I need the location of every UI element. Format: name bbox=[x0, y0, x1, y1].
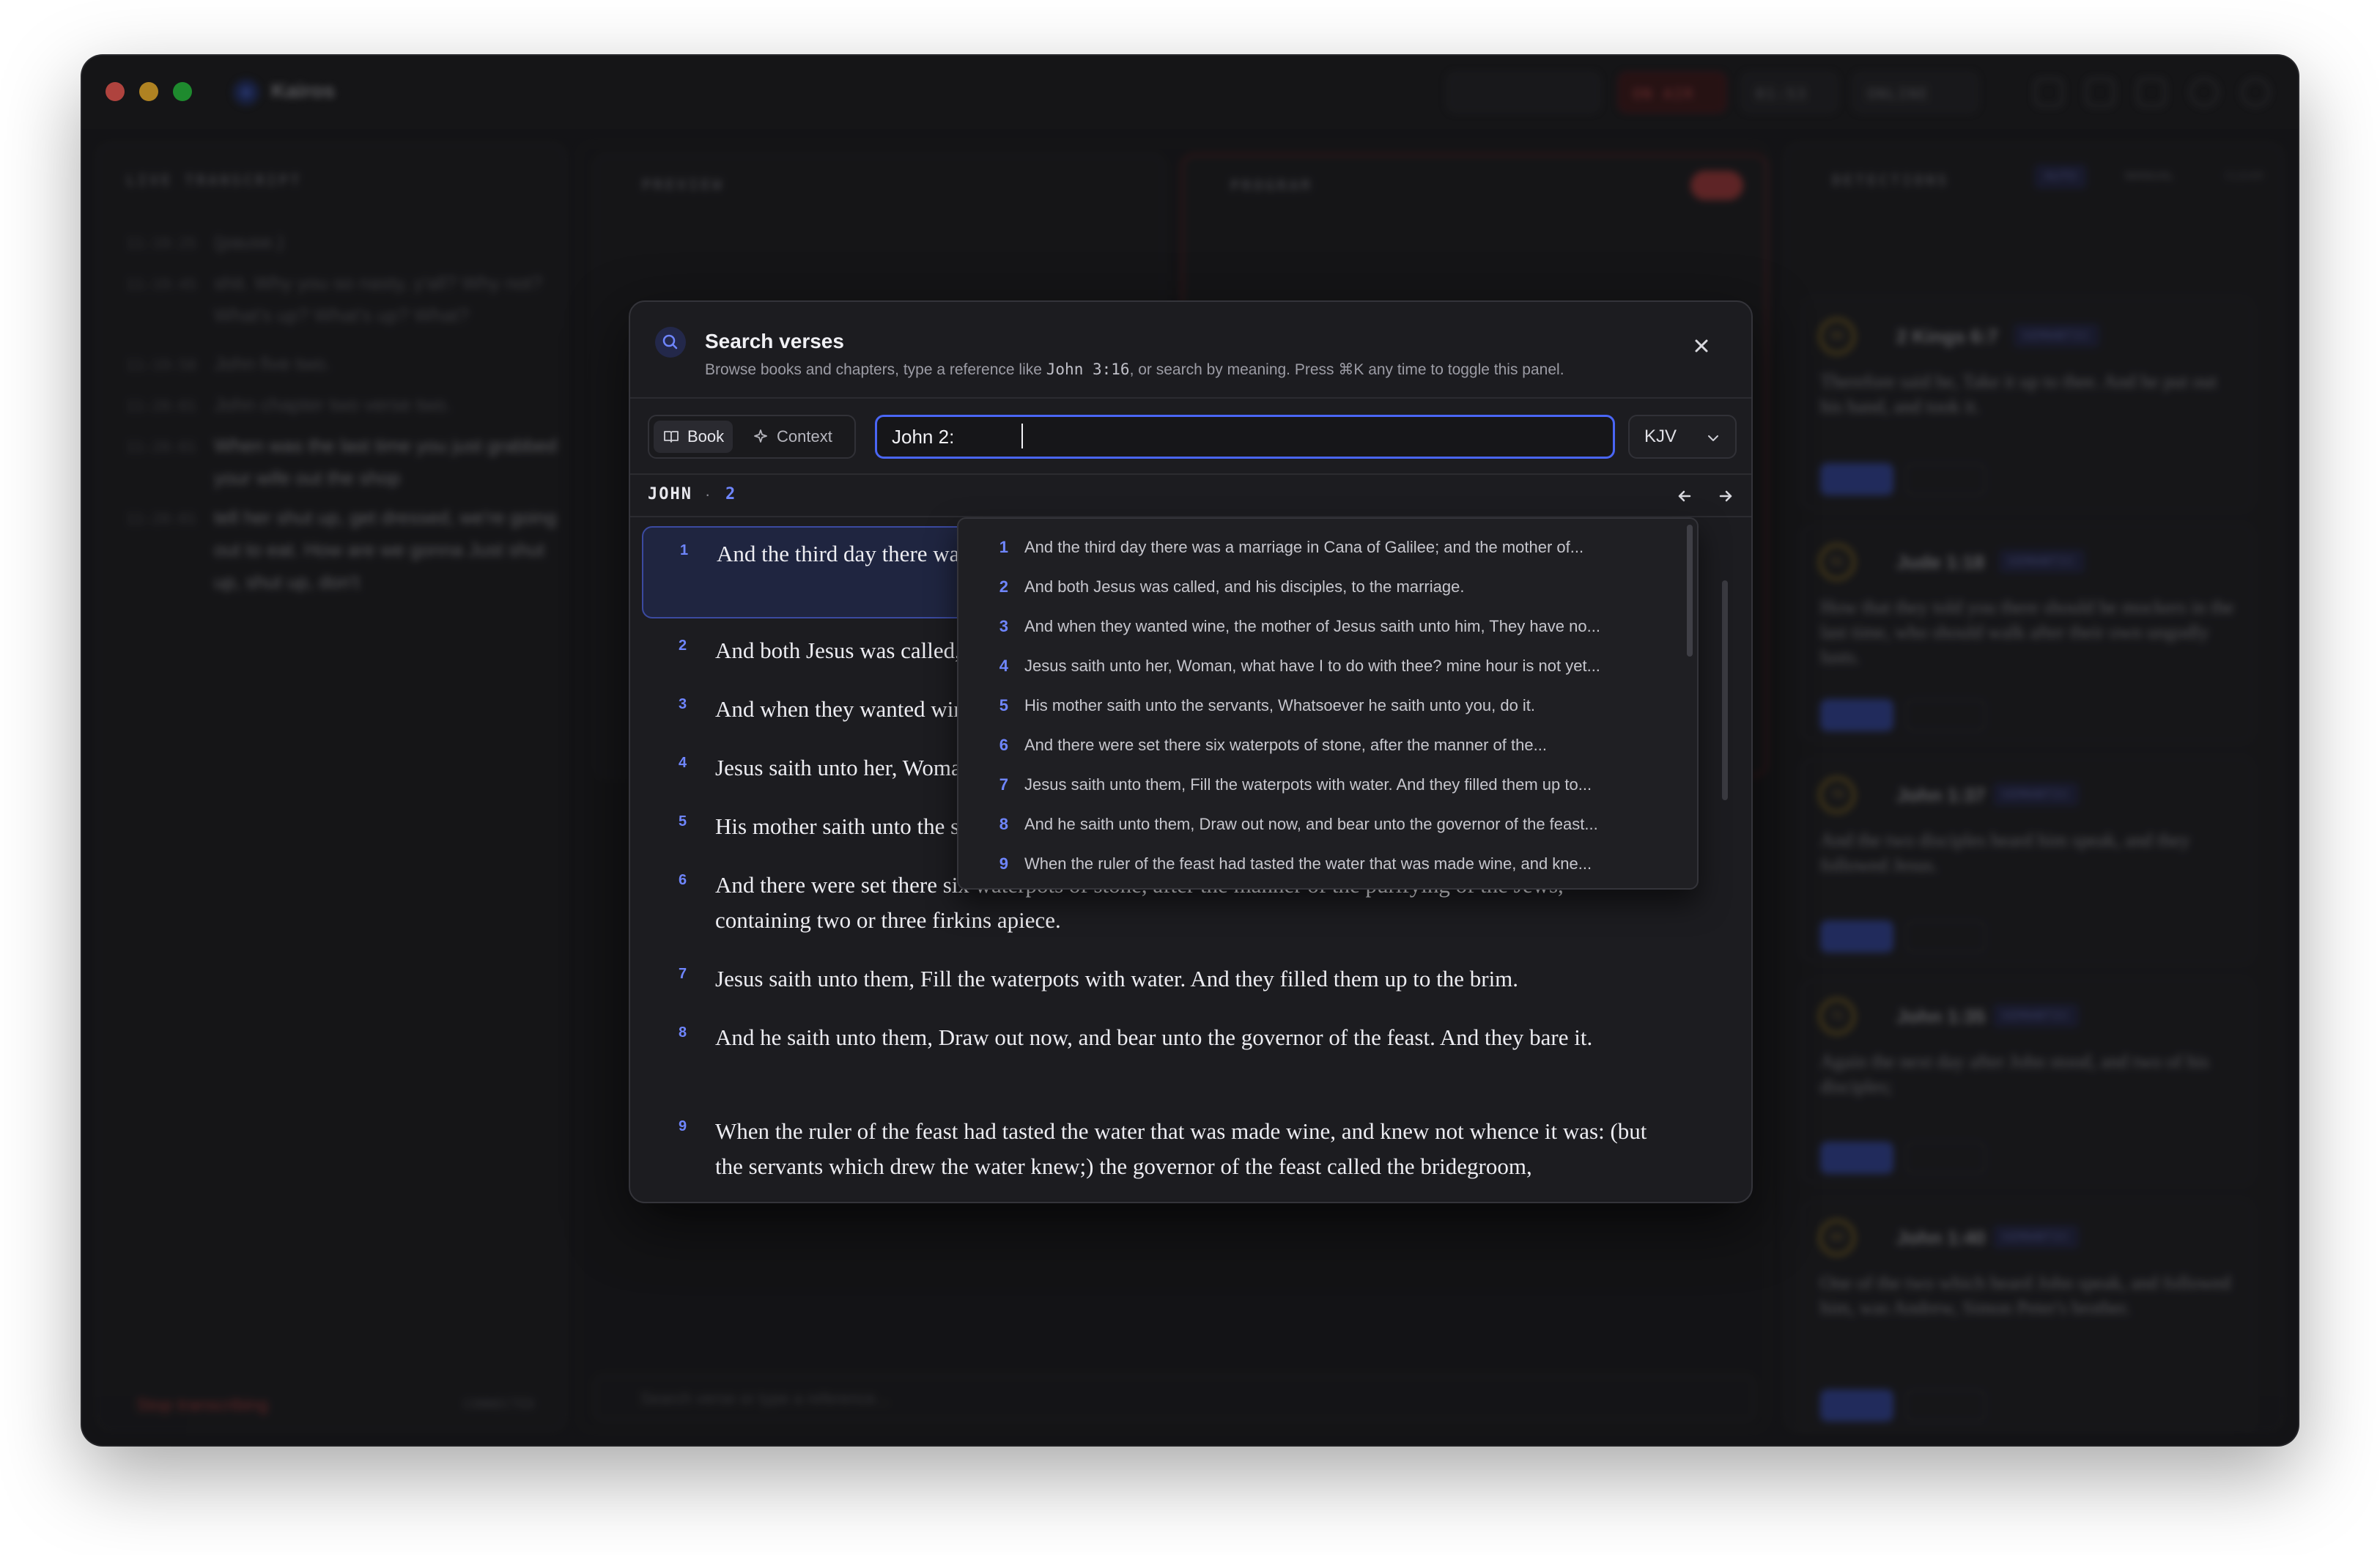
verse-number: 7 bbox=[679, 966, 687, 982]
verse-number: 3 bbox=[679, 696, 687, 712]
next-chapter-icon[interactable] bbox=[1715, 485, 1737, 507]
suggestions-scrollbar[interactable] bbox=[1687, 525, 1693, 657]
suggestion-item[interactable]: 1 And the third day there was a marriage … bbox=[958, 528, 1677, 567]
sparkle-icon bbox=[754, 429, 767, 443]
chevron-down-icon bbox=[1708, 435, 1718, 441]
suggestion-item[interactable]: 9 When the ruler of the feast had tasted … bbox=[958, 844, 1677, 884]
verse-number: 9 bbox=[679, 1118, 687, 1134]
breadcrumb-book[interactable]: JOHN bbox=[648, 485, 692, 503]
verse-row[interactable]: 7 Jesus saith unto them, Fill the waterp… bbox=[642, 966, 1693, 1010]
suggestion-item[interactable]: 4 Jesus saith unto her, Woman, what have … bbox=[958, 646, 1677, 686]
previous-chapter-icon[interactable] bbox=[1674, 485, 1696, 507]
suggestion-item[interactable]: 3 And when they wanted wine, the mother o… bbox=[958, 607, 1677, 646]
reference-search-input[interactable] bbox=[875, 415, 1615, 459]
modal-title: Search verses bbox=[705, 330, 844, 352]
tab-context[interactable]: Context bbox=[743, 421, 841, 453]
suggestion-item[interactable]: 5 His mother saith unto the servants, Wha… bbox=[958, 686, 1677, 725]
verse-row[interactable]: 8 And he saith unto them, Draw out now, … bbox=[642, 1024, 1693, 1105]
verse-text: And he saith unto them, Draw out now, an… bbox=[715, 1024, 1593, 1050]
breadcrumb-chapter[interactable]: 2 bbox=[725, 485, 735, 503]
verse-number: 2 bbox=[679, 638, 687, 654]
verse-number: 5 bbox=[679, 813, 687, 830]
verse-number: 6 bbox=[679, 872, 687, 888]
version-select[interactable]: KJV bbox=[1628, 415, 1737, 459]
verse-list-scrollbar[interactable] bbox=[1722, 580, 1728, 800]
text-caret bbox=[1021, 424, 1023, 448]
verse-number: 4 bbox=[679, 755, 687, 771]
search-mode-toggle: Book Context bbox=[648, 415, 856, 459]
suggestion-item[interactable]: 6 And there were set there six waterpots … bbox=[958, 725, 1677, 765]
verse-row[interactable]: 9 When the ruler of the feast had tasted… bbox=[642, 1118, 1693, 1202]
tab-book[interactable]: Book bbox=[654, 421, 733, 453]
verse-number: 1 bbox=[680, 542, 689, 558]
suggestion-item[interactable]: 7 Jesus saith unto them, Fill the waterpo… bbox=[958, 765, 1677, 805]
close-icon[interactable] bbox=[1687, 331, 1716, 361]
divider bbox=[630, 473, 1751, 475]
search-icon bbox=[655, 327, 686, 358]
suggestion-item[interactable]: 2 And both Jesus was called, and his disc… bbox=[958, 567, 1677, 607]
breadcrumb-separator: · bbox=[705, 485, 711, 503]
verse-text: When the ruler of the feast had tasted t… bbox=[715, 1118, 1647, 1179]
divider bbox=[630, 397, 1751, 399]
verse-number: 8 bbox=[679, 1024, 687, 1041]
app-window: Kairos ON AIR 01:53 ONLINE LIVE TRANSCRI… bbox=[82, 56, 2298, 1445]
verse-text: Jesus saith unto them, Fill the waterpot… bbox=[715, 966, 1519, 991]
suggestion-item[interactable]: 8 And he saith unto them, Draw out now, a… bbox=[958, 805, 1677, 844]
reference-suggestions-dropdown: 1 And the third day there was a marriage … bbox=[957, 517, 1699, 890]
book-icon bbox=[664, 431, 679, 443]
modal-subtitle: Browse books and chapters, type a refere… bbox=[705, 361, 1564, 378]
